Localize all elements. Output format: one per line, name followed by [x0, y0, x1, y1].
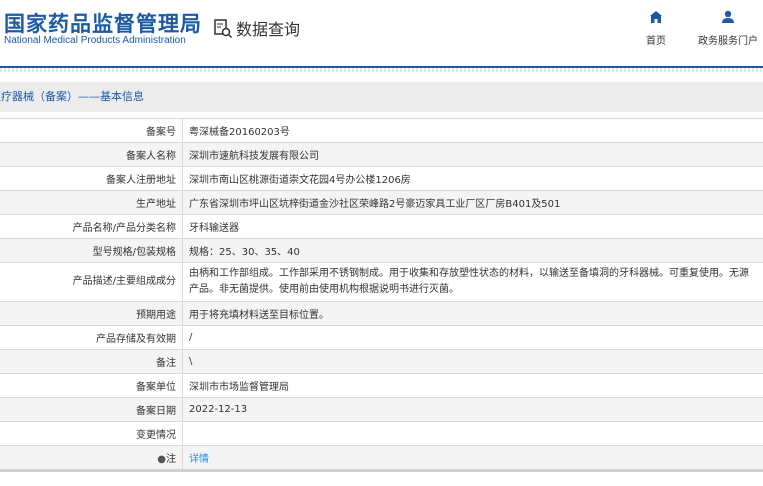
- section-title-bar: 医疗器械（备案）——基本信息: [0, 82, 763, 112]
- table-row: 备案单位 深圳市市场监督管理局: [0, 373, 763, 398]
- field-label: 备注: [0, 349, 183, 374]
- document-search-icon: [214, 19, 233, 38]
- field-value: \: [182, 349, 763, 374]
- nav-service-portal[interactable]: 政务服务门户: [698, 10, 758, 47]
- nav-home[interactable]: 首页: [646, 10, 666, 47]
- note-value: 详情: [182, 445, 763, 472]
- field-label: 备案人注册地址: [0, 166, 183, 191]
- table-row: 备案号 粤深械备20160203号: [0, 118, 763, 143]
- logo-title[interactable]: 国家药品监督管理局: [4, 8, 202, 38]
- table-row: 产品存储及有效期 /: [0, 325, 763, 350]
- field-value: 深圳市速航科技发展有限公司: [182, 142, 763, 167]
- bullet-icon: ●: [157, 454, 166, 465]
- user-icon: [722, 10, 734, 23]
- table-row: 型号规格/包装规格 规格：25、30、35、40: [0, 238, 763, 263]
- field-label: 备案号: [0, 118, 183, 143]
- field-label: 备案人名称: [0, 142, 183, 167]
- field-value: 由柄和工作部组成。工作部采用不锈钢制成。用于收集和存放塑性状态的材料，以输送至备…: [182, 262, 763, 302]
- nav-portal-label: 政务服务门户: [698, 36, 758, 47]
- table-row: 预期用途 用于将充填材料送至目标位置。: [0, 301, 763, 326]
- logo-subtitle: National Medical Products Administration: [4, 35, 186, 46]
- field-value: [182, 421, 763, 446]
- field-label: 预期用途: [0, 301, 183, 326]
- field-value: 用于将充填材料送至目标位置。: [182, 301, 763, 326]
- field-value: 2022-12-13: [182, 397, 763, 422]
- section-title: 医疗器械（备案）——基本信息: [0, 90, 144, 103]
- nav-home-label: 首页: [646, 36, 666, 47]
- dotted-divider: [0, 68, 763, 72]
- table-row: 备案人名称 深圳市速航科技发展有限公司: [0, 142, 763, 167]
- field-value: 广东省深圳市坪山区坑梓街道金沙社区荣峰路2号豪迈家具工业厂区厂房B401及501: [182, 190, 763, 215]
- field-label: 产品名称/产品分类名称: [0, 214, 183, 239]
- data-query-title: 数据查询: [213, 16, 300, 40]
- field-value: 深圳市南山区桃源街道崇文花园4号办公楼1206房: [182, 166, 763, 191]
- table-row: 产品名称/产品分类名称 牙科输送器: [0, 214, 763, 239]
- details-link[interactable]: 详情: [189, 454, 209, 465]
- field-label: 生产地址: [0, 190, 183, 215]
- table-row: 备案人注册地址 深圳市南山区桃源街道崇文花园4号办公楼1206房: [0, 166, 763, 191]
- field-label: 产品存储及有效期: [0, 325, 183, 350]
- table-row: 变更情况: [0, 421, 763, 446]
- field-value: 深圳市市场监督管理局: [182, 373, 763, 398]
- table-row: 备案日期 2022-12-13: [0, 397, 763, 422]
- table-row: 备注 \: [0, 349, 763, 374]
- table-row: 生产地址 广东省深圳市坪山区坑梓街道金沙社区荣峰路2号豪迈家具工业厂区厂房B401…: [0, 190, 763, 215]
- note-label-text: 注: [166, 454, 176, 465]
- field-value: /: [182, 325, 763, 350]
- table-row: 产品描述/主要组成成分 由柄和工作部组成。工作部采用不锈钢制成。用于收集和存放塑性…: [0, 262, 763, 302]
- field-value: 牙科输送器: [182, 214, 763, 239]
- site-header: 国家药品监督管理局 National Medical Products Admi…: [0, 0, 763, 66]
- field-label: 型号规格/包装规格: [0, 238, 183, 263]
- query-label: 数据查询: [236, 20, 301, 39]
- note-label: ●注: [0, 445, 183, 472]
- field-label: 产品描述/主要组成成分: [0, 262, 183, 302]
- home-icon: [650, 11, 662, 23]
- field-label: 变更情况: [0, 421, 183, 446]
- record-info-table: 备案号 粤深械备20160203号 备案人名称 深圳市速航科技发展有限公司 备案人注册地…: [0, 118, 763, 472]
- table-row-note: ●注 详情: [0, 445, 763, 472]
- field-value: 粤深械备20160203号: [182, 118, 763, 143]
- field-label: 备案单位: [0, 373, 183, 398]
- field-value: 规格：25、30、35、40: [182, 238, 763, 263]
- field-label: 备案日期: [0, 397, 183, 422]
